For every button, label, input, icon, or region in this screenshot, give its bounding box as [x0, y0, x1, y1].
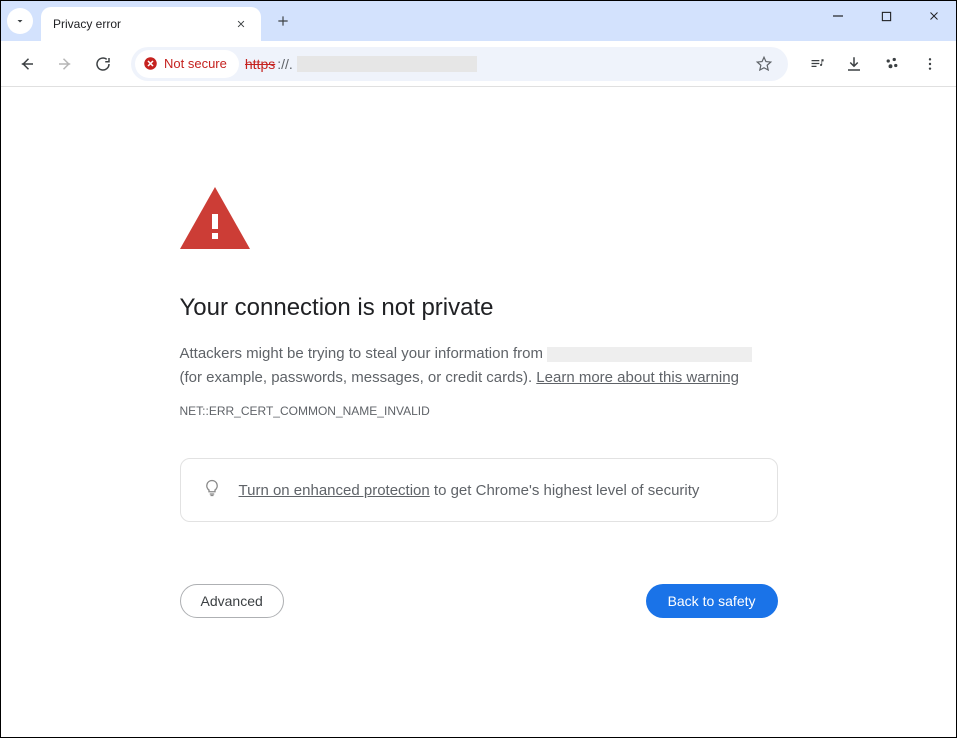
extensions-button[interactable] [876, 48, 908, 80]
body-before-host: Attackers might be trying to steal your … [180, 345, 548, 362]
kebab-menu-icon [922, 56, 938, 72]
minimize-icon [832, 10, 844, 22]
star-icon [755, 55, 773, 73]
learn-more-link[interactable]: Learn more about this warning [536, 369, 739, 386]
bookmark-button[interactable] [750, 50, 778, 78]
puzzle-icon [883, 55, 901, 73]
privacy-error-interstitial: Your connection is not private Attackers… [174, 187, 784, 618]
arrow-left-icon [18, 55, 36, 73]
window-minimize-button[interactable] [816, 1, 860, 31]
close-icon [236, 19, 246, 29]
maximize-icon [881, 11, 892, 22]
back-to-safety-button[interactable]: Back to safety [646, 584, 778, 618]
toolbar: Not secure https ://. [1, 41, 956, 87]
warning-icon [180, 187, 250, 249]
tip-rest: to get Chrome's highest level of securit… [430, 482, 700, 499]
error-body: Attackers might be trying to steal your … [180, 342, 778, 390]
host-redacted [547, 347, 752, 362]
url-text[interactable]: https ://. [245, 56, 744, 72]
downloads-button[interactable] [838, 48, 870, 80]
reload-icon [94, 55, 112, 73]
warning-triangle [180, 187, 778, 254]
menu-button[interactable] [914, 48, 946, 80]
titlebar: Privacy error [1, 1, 956, 41]
url-scheme: https [245, 56, 275, 72]
enhanced-protection-tip: Turn on enhanced protection to get Chrom… [180, 458, 778, 522]
security-label: Not secure [164, 56, 227, 71]
forward-button[interactable] [49, 48, 81, 80]
back-button[interactable] [11, 48, 43, 80]
advanced-button[interactable]: Advanced [180, 584, 284, 618]
body-after-host: (for example, passwords, messages, or cr… [180, 369, 537, 386]
window-close-button[interactable] [912, 1, 956, 31]
content-area: Your connection is not private Attackers… [1, 87, 956, 737]
address-bar[interactable]: Not secure https ://. [131, 47, 788, 81]
lightbulb-icon [203, 479, 221, 501]
enhanced-protection-link[interactable]: Turn on enhanced protection [239, 482, 430, 499]
chevron-down-icon [14, 15, 26, 27]
window-controls [816, 1, 956, 41]
url-separator: ://. [277, 56, 293, 72]
plus-icon [276, 14, 290, 28]
error-code: NET::ERR_CERT_COMMON_NAME_INVALID [180, 404, 778, 418]
close-icon [928, 10, 940, 22]
error-headline: Your connection is not private [180, 294, 778, 322]
new-tab-button[interactable] [269, 7, 297, 35]
tab-title: Privacy error [53, 17, 225, 31]
reload-button[interactable] [87, 48, 119, 80]
not-secure-icon [143, 56, 158, 71]
browser-tab[interactable]: Privacy error [41, 7, 261, 41]
tab-search-button[interactable] [7, 8, 33, 34]
window-maximize-button[interactable] [864, 1, 908, 31]
download-icon [845, 55, 863, 73]
action-row: Advanced Back to safety [180, 584, 778, 618]
music-note-icon [808, 55, 825, 72]
arrow-right-icon [56, 55, 74, 73]
tip-text: Turn on enhanced protection to get Chrom… [239, 482, 700, 499]
security-indicator[interactable]: Not secure [135, 50, 239, 78]
media-control-button[interactable] [800, 48, 832, 80]
url-redacted [297, 56, 477, 72]
tab-close-button[interactable] [233, 16, 249, 32]
